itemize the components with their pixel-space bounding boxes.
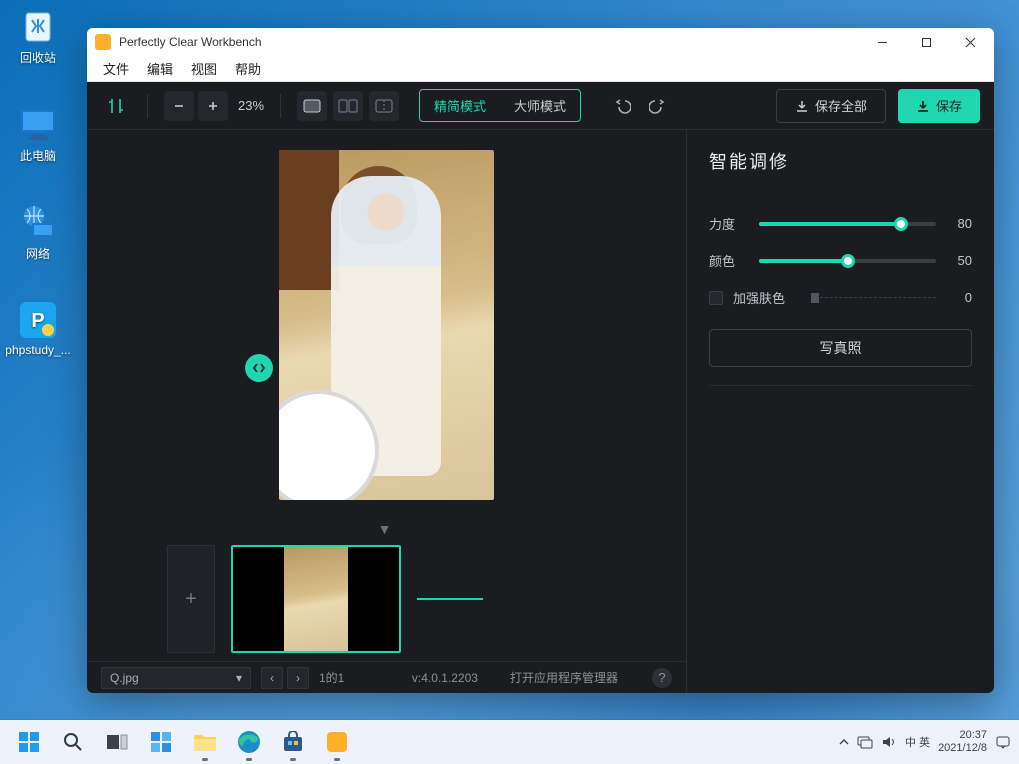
help-button[interactable]: ? — [652, 668, 672, 688]
open-app-manager-link[interactable]: 打开应用程序管理器 — [510, 669, 618, 686]
thumbnail-strip: + — [87, 537, 686, 661]
panel-title: 智能调修 — [709, 148, 972, 174]
taskbar-store[interactable] — [272, 720, 314, 764]
zoom-out-button[interactable] — [164, 91, 194, 121]
globe-icon — [18, 202, 58, 242]
crop-icon[interactable] — [101, 91, 131, 121]
strength-row: 力度 80 — [709, 214, 972, 233]
app-window: Perfectly Clear Workbench 文件 编辑 视图 帮助 23… — [87, 28, 994, 693]
save-button[interactable]: 保存 — [898, 89, 980, 123]
compare-handle[interactable] — [245, 354, 273, 382]
strength-slider[interactable] — [759, 222, 936, 226]
menu-help[interactable]: 帮助 — [227, 56, 269, 81]
menu-edit[interactable]: 编辑 — [139, 56, 181, 81]
tray-notifications-icon[interactable] — [995, 734, 1011, 750]
minimize-button[interactable] — [860, 28, 904, 56]
redo-button[interactable] — [643, 91, 673, 121]
desktop-icon-this-pc[interactable]: 此电脑 — [4, 104, 72, 164]
desktop-icon-network[interactable]: 网络 — [4, 202, 72, 262]
skin-checkbox[interactable] — [709, 291, 723, 305]
skin-slider[interactable] — [815, 297, 936, 298]
color-row: 颜色 50 — [709, 251, 972, 270]
color-slider[interactable] — [759, 259, 936, 263]
adjustments-panel: 智能调修 力度 80 颜色 50 — [686, 130, 994, 693]
preview-image — [279, 150, 494, 500]
start-button[interactable] — [8, 720, 50, 764]
page-indicator: 1的1 — [319, 669, 344, 686]
undo-button[interactable] — [607, 91, 637, 121]
tray-ime-label[interactable]: 中 英 — [905, 734, 930, 750]
tray-network-icon[interactable] — [857, 735, 873, 749]
toolbar: 23% 精简模式 大师模式 保存全部 保存 — [87, 82, 994, 130]
strip-progress — [417, 598, 606, 600]
close-button[interactable] — [948, 28, 992, 56]
tray-clock[interactable]: 20:37 2021/12/8 — [938, 729, 987, 755]
desktop-icon-label: 回收站 — [20, 49, 56, 66]
desktop-icon-label: 此电脑 — [20, 147, 56, 164]
version-label: v:4.0.1.2203 — [412, 671, 478, 685]
thumbnail-selected[interactable] — [231, 545, 401, 653]
skin-row: 加强肤色 0 — [709, 288, 972, 307]
widgets-button[interactable] — [140, 720, 182, 764]
color-label: 颜色 — [709, 251, 749, 270]
add-image-button[interactable]: + — [167, 545, 215, 653]
download-icon — [916, 99, 930, 113]
monitor-icon — [18, 104, 58, 144]
search-button[interactable] — [52, 720, 94, 764]
desktop-icon-recycle[interactable]: 回收站 — [4, 6, 72, 66]
skin-label: 加强肤色 — [733, 288, 805, 307]
menubar: 文件 编辑 视图 帮助 — [87, 56, 994, 82]
recycle-bin-icon — [18, 6, 58, 46]
chevron-down-icon: ▾ — [236, 671, 242, 685]
desktop-icon-phpstudy[interactable]: P phpstudy_... — [4, 300, 72, 357]
fit-single-icon[interactable] — [297, 91, 327, 121]
mode-master[interactable]: 大师模式 — [500, 90, 580, 121]
app-icon — [95, 34, 111, 50]
window-title: Perfectly Clear Workbench — [119, 35, 262, 49]
desktop-icon-label: phpstudy_... — [5, 343, 70, 357]
next-file-button[interactable]: › — [287, 667, 309, 689]
taskbar-edge[interactable] — [228, 720, 270, 764]
skin-value: 0 — [946, 290, 972, 305]
file-select[interactable]: Q.jpg ▾ — [101, 667, 251, 689]
preview-canvas[interactable] — [87, 130, 686, 519]
portrait-preset-button[interactable]: 写真照 — [709, 329, 972, 367]
tray-chevron-icon[interactable] — [839, 737, 849, 747]
taskbar-explorer[interactable] — [184, 720, 226, 764]
menu-file[interactable]: 文件 — [95, 56, 137, 81]
mode-toggle: 精简模式 大师模式 — [419, 89, 581, 122]
phpstudy-icon: P — [18, 300, 58, 340]
color-value: 50 — [946, 253, 972, 268]
mode-simple[interactable]: 精简模式 — [420, 90, 500, 121]
system-tray: 中 英 20:37 2021/12/8 — [839, 729, 1011, 755]
titlebar[interactable]: Perfectly Clear Workbench — [87, 28, 994, 56]
download-icon — [795, 99, 809, 113]
fit-compare-icon[interactable] — [369, 91, 399, 121]
zoom-percent: 23% — [238, 98, 264, 113]
taskbar: 中 英 20:37 2021/12/8 — [0, 720, 1019, 764]
prev-file-button[interactable]: ‹ — [261, 667, 283, 689]
task-view-button[interactable] — [96, 720, 138, 764]
maximize-button[interactable] — [904, 28, 948, 56]
zoom-in-button[interactable] — [198, 91, 228, 121]
chevron-down-icon[interactable]: ▼ — [87, 521, 684, 537]
strength-value: 80 — [946, 216, 972, 231]
status-bar: Q.jpg ▾ ‹ › 1的1 v:4.0.1.2203 打开应用程序管理器 ? — [87, 661, 686, 693]
taskbar-workbench[interactable] — [316, 720, 358, 764]
fit-split-icon[interactable] — [333, 91, 363, 121]
strength-label: 力度 — [709, 214, 749, 233]
menu-view[interactable]: 视图 — [183, 56, 225, 81]
desktop-icon-label: 网络 — [26, 245, 50, 262]
tray-volume-icon[interactable] — [881, 735, 897, 749]
save-all-button[interactable]: 保存全部 — [776, 89, 886, 123]
